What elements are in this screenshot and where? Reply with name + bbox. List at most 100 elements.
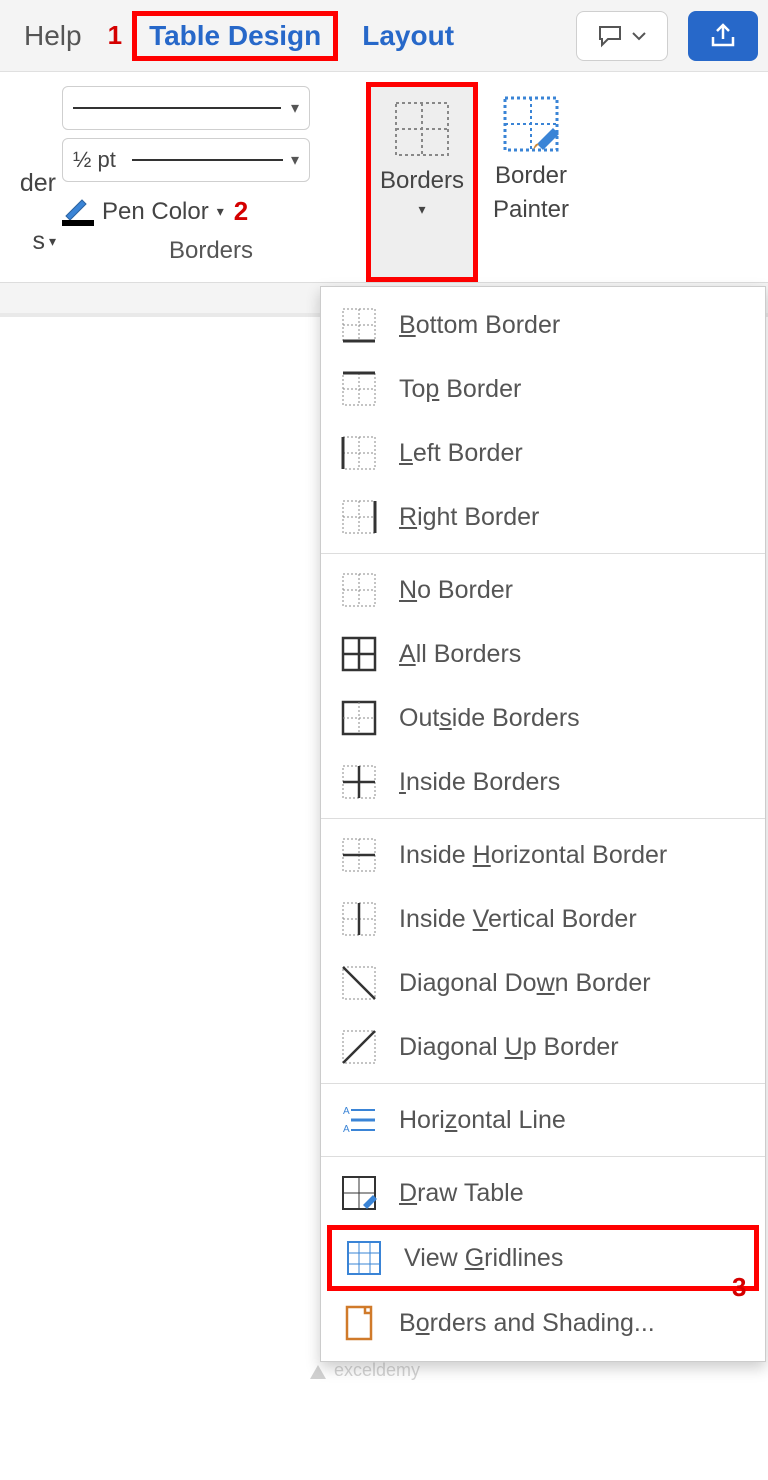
- menu-label: Inside Horizontal Border: [399, 841, 667, 870]
- menu-diagonal-up[interactable]: Diagonal Up Border: [321, 1015, 765, 1079]
- menu-inside-vertical[interactable]: Inside Vertical Border: [321, 887, 765, 951]
- menu-label: No Border: [399, 576, 513, 605]
- menu-label: Diagonal Down Border: [399, 969, 651, 998]
- weight-label: ½ pt: [73, 147, 124, 173]
- menu-inside-horizontal[interactable]: Inside Horizontal Border: [321, 823, 765, 887]
- menu-label: Outside Borders: [399, 704, 580, 733]
- annotation-3: 3: [732, 1272, 746, 1303]
- ribbon-cut-left: der s ▾: [0, 78, 56, 282]
- view-gridlines-icon: [346, 1240, 382, 1276]
- share-icon: [709, 23, 737, 49]
- menu-label: Inside Vertical Border: [399, 905, 637, 934]
- horizontal-line-icon: A A: [341, 1102, 377, 1138]
- watermark-icon: [308, 1361, 328, 1381]
- menu-draw-table[interactable]: Draw Table: [321, 1161, 765, 1225]
- menu-top-border[interactable]: Top Border: [321, 357, 765, 421]
- border-painter-label-1: Border: [495, 162, 567, 190]
- chevron-down-icon: [631, 30, 647, 42]
- ribbon-borders-group: der s ▾ ▾ ½ pt ▾ Pen Color ▾: [0, 72, 768, 283]
- watermark-text: exceldemy: [334, 1360, 420, 1381]
- ribbon-buttons: Borders ▾ Border Painter: [366, 78, 584, 282]
- menu-no-border[interactable]: No Border: [321, 558, 765, 622]
- tab-table-design[interactable]: Table Design: [132, 11, 338, 61]
- comment-icon: [597, 24, 623, 48]
- chevron-down-icon: ▾: [217, 203, 224, 220]
- menu-inside-borders[interactable]: Inside Borders: [321, 750, 765, 814]
- menu-label: Draw Table: [399, 1179, 524, 1208]
- menu-separator: [321, 818, 765, 819]
- menu-all-borders[interactable]: All Borders: [321, 622, 765, 686]
- menu-label: Bottom Border: [399, 311, 560, 340]
- diagonal-down-icon: [341, 965, 377, 1001]
- inside-borders-icon: [341, 764, 377, 800]
- tab-help-label: Help: [24, 20, 82, 52]
- cut-text1: der: [20, 169, 56, 197]
- weight-line-preview: [132, 159, 283, 161]
- pen-color-label: Pen Color: [102, 198, 209, 226]
- borders-dropdown-menu: Bottom Border Top Border Left Border Rig…: [320, 286, 766, 1362]
- menu-label: Inside Borders: [399, 768, 560, 797]
- cut-text2: s: [32, 226, 45, 256]
- tab-layout-label: Layout: [362, 20, 454, 52]
- annotation-2: 2: [234, 196, 248, 227]
- menu-borders-and-shading[interactable]: Borders and Shading...: [321, 1291, 765, 1355]
- menu-left-border[interactable]: Left Border: [321, 421, 765, 485]
- watermark: exceldemy: [308, 1360, 420, 1381]
- chevron-down-icon: ▾: [291, 98, 299, 118]
- diagonal-up-icon: [341, 1029, 377, 1065]
- bottom-border-icon: [341, 307, 377, 343]
- borders-split-button[interactable]: Borders ▾: [366, 82, 478, 282]
- pen-color-dropdown[interactable]: Pen Color ▾ 2: [62, 190, 360, 227]
- border-painter-label-2: Painter: [493, 196, 569, 224]
- share-button[interactable]: [688, 11, 758, 61]
- menu-right-border[interactable]: Right Border: [321, 485, 765, 549]
- menu-separator: [321, 553, 765, 554]
- menu-bottom-border[interactable]: Bottom Border: [321, 293, 765, 357]
- menu-diagonal-down[interactable]: Diagonal Down Border: [321, 951, 765, 1015]
- menu-horizontal-line[interactable]: A A Horizontal Line: [321, 1088, 765, 1152]
- border-style-dropdown[interactable]: ▾: [62, 86, 310, 130]
- menu-separator: [321, 1156, 765, 1157]
- border-painter-button[interactable]: Border Painter: [478, 82, 584, 282]
- border-weight-dropdown[interactable]: ½ pt ▾: [62, 138, 310, 182]
- outside-borders-icon: [341, 700, 377, 736]
- menu-label: Right Border: [399, 503, 539, 532]
- menu-label: Horizontal Line: [399, 1106, 566, 1135]
- svg-text:A: A: [343, 1124, 350, 1135]
- tab-help[interactable]: Help: [10, 12, 96, 60]
- right-border-icon: [341, 499, 377, 535]
- chevron-down-icon: ▾: [418, 201, 425, 218]
- annotation-1: 1: [108, 20, 122, 51]
- draw-table-icon: [341, 1175, 377, 1211]
- borders-button-label: Borders: [380, 167, 464, 195]
- chevron-down-icon: ▾: [291, 150, 299, 170]
- ribbon-tabbar: Help 1 Table Design Layout: [0, 0, 768, 72]
- menu-label: Top Border: [399, 375, 521, 404]
- tab-table-design-label: Table Design: [149, 20, 321, 52]
- svg-text:A: A: [343, 1106, 350, 1117]
- menu-label: View Gridlines: [404, 1244, 563, 1273]
- inside-horizontal-icon: [341, 837, 377, 873]
- no-border-icon: [341, 572, 377, 608]
- border-painter-icon: [499, 92, 563, 156]
- left-border-icon: [341, 435, 377, 471]
- chevron-down-icon: ▾: [49, 233, 56, 250]
- menu-label: Borders and Shading...: [399, 1309, 655, 1338]
- menu-outside-borders[interactable]: Outside Borders: [321, 686, 765, 750]
- top-border-icon: [341, 371, 377, 407]
- borders-shading-icon: [341, 1305, 377, 1341]
- border-options-col: ▾ ½ pt ▾ Pen Color ▾ 2 Borders: [56, 78, 366, 282]
- group-label-borders: Borders: [56, 227, 366, 273]
- borders-grid-icon: [390, 97, 454, 161]
- pen-color-icon: [62, 198, 94, 226]
- menu-label: Diagonal Up Border: [399, 1033, 619, 1062]
- inside-vertical-icon: [341, 901, 377, 937]
- menu-separator: [321, 1083, 765, 1084]
- tab-layout[interactable]: Layout: [348, 12, 468, 60]
- all-borders-icon: [341, 636, 377, 672]
- menu-view-gridlines[interactable]: View Gridlines: [327, 1225, 759, 1291]
- menu-label: All Borders: [399, 640, 521, 669]
- menu-label: Left Border: [399, 439, 523, 468]
- line-style-preview: [73, 107, 281, 109]
- comments-button[interactable]: [576, 11, 668, 61]
